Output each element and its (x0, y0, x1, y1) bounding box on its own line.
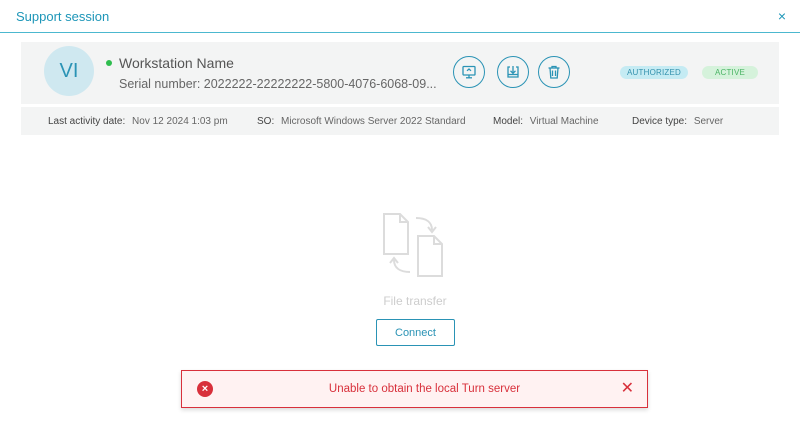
so-label: SO: (257, 116, 275, 127)
device-type-label: Device type: (632, 116, 688, 127)
error-alert: × Unable to obtain the local Turn server… (181, 370, 648, 408)
serial-number: Serial number: 2022222-22222222-5800-407… (119, 77, 437, 91)
trash-icon (548, 65, 560, 79)
close-icon[interactable]: × (778, 8, 786, 24)
download-tray-icon (507, 66, 519, 78)
file-transfer-icon (383, 213, 443, 277)
online-status-icon (106, 60, 112, 66)
last-activity-label: Last activity date: (48, 116, 126, 127)
modal-header: Support session × (0, 0, 800, 33)
remote-desktop-button[interactable] (453, 56, 485, 88)
delete-device-button[interactable] (538, 56, 570, 88)
last-activity-value: Nov 12 2024 1:03 pm (132, 116, 228, 127)
device-type-value: Server (693, 116, 724, 127)
connect-button[interactable]: Connect (376, 319, 455, 346)
avatar: VI (44, 46, 94, 96)
device-type: Device type: Server (632, 116, 723, 127)
model: Model: Virtual Machine (493, 116, 599, 127)
last-activity: Last activity date: Nov 12 2024 1:03 pm (48, 116, 228, 127)
so-value: Microsoft Windows Server 2022 Standard (281, 116, 466, 127)
serial-value: 2022222-22222222-5800-4076-6068-09... (203, 77, 437, 91)
device-info-bar: Last activity date: Nov 12 2024 1:03 pm … (21, 107, 779, 135)
active-badge: ACTIVE (702, 66, 758, 79)
file-transfer-button[interactable] (497, 56, 529, 88)
modal-title: Support session (16, 8, 110, 24)
alert-close-icon[interactable]: ✕ (621, 380, 634, 398)
device-card: VI Workstation Name Serial number: 20222… (21, 42, 779, 104)
file-transfer-label: File transfer (383, 294, 447, 308)
serial-label: Serial number: (119, 77, 201, 91)
model-label: Model: (493, 116, 524, 127)
monitor-icon (462, 65, 476, 79)
alert-message: Unable to obtain the local Turn server (328, 383, 521, 395)
operating-system: SO: Microsoft Windows Server 2022 Standa… (257, 116, 466, 127)
model-value: Virtual Machine (529, 116, 599, 127)
authorized-badge: AUTHORIZED (620, 66, 688, 79)
device-name: Workstation Name (119, 55, 234, 71)
